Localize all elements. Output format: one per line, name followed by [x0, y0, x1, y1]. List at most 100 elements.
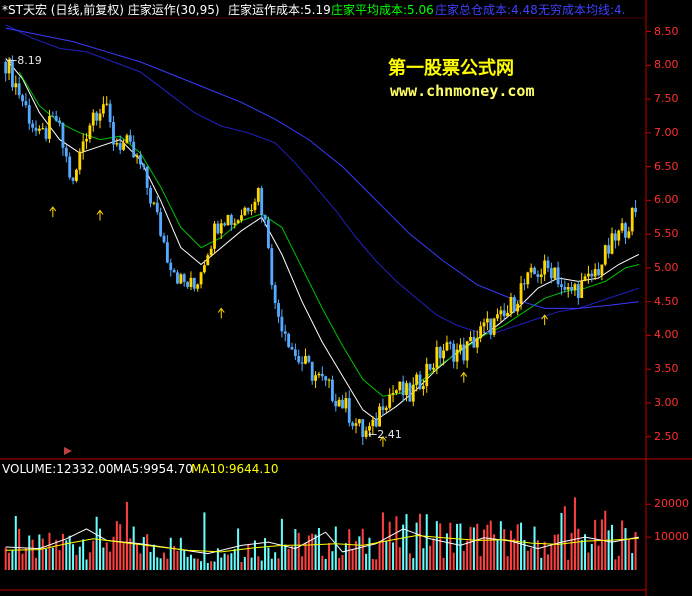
candle	[634, 200, 637, 217]
candle-body	[576, 284, 580, 299]
candle	[553, 267, 557, 280]
candle-body	[135, 155, 139, 158]
candle-body	[519, 283, 523, 304]
candle	[105, 96, 109, 107]
stock-name: *ST天宏	[2, 3, 47, 17]
candle	[593, 263, 597, 281]
candle-body	[556, 267, 560, 285]
candle	[590, 269, 594, 283]
candle-body	[411, 384, 415, 402]
chart-canvas[interactable]	[0, 0, 692, 596]
candle-body	[378, 406, 381, 427]
candle	[61, 121, 65, 156]
candle-body	[523, 283, 526, 285]
candle	[512, 295, 516, 313]
price-tick-label: 4.50	[654, 294, 679, 308]
candle	[310, 361, 314, 385]
candle-body	[475, 337, 479, 348]
candle	[533, 266, 536, 275]
candle-body	[580, 280, 584, 299]
candle	[334, 393, 338, 412]
candle-body	[95, 112, 99, 121]
candle	[283, 324, 287, 342]
candle	[81, 133, 85, 160]
candle-body	[41, 128, 45, 130]
stock-chart-window: *ST天宏 (日线,前复权) 庄家运作(30,95) 庄家运作成本:5.19 庄…	[0, 0, 692, 596]
candle	[54, 110, 58, 122]
candle	[246, 207, 250, 215]
candle	[496, 308, 499, 322]
candle	[576, 281, 580, 305]
candle-body	[448, 342, 452, 344]
candle	[41, 122, 45, 130]
candle	[391, 385, 395, 403]
candle	[314, 371, 317, 389]
candle	[320, 366, 324, 381]
up-arrow-icon	[217, 307, 225, 319]
candle-body	[587, 273, 590, 277]
high-price-annotation: ←8.19	[8, 54, 42, 67]
candle-body	[209, 248, 213, 256]
candle	[587, 265, 590, 284]
candle-body	[452, 343, 456, 362]
stock-title: *ST天宏 (日线,前复权) 庄家运作(30,95)	[2, 3, 220, 17]
candle	[607, 237, 611, 259]
candle-body	[283, 331, 287, 334]
candle	[64, 145, 68, 163]
candle-body	[108, 103, 112, 123]
candle-body	[179, 274, 183, 284]
candle	[21, 93, 24, 107]
chip-cost-label: 庄家总仓成本:4.48	[435, 3, 538, 17]
candle	[267, 216, 270, 250]
candle-body	[617, 230, 621, 241]
candle	[293, 343, 297, 361]
candle-body	[361, 419, 365, 437]
candle-body	[132, 141, 136, 158]
candle	[108, 99, 112, 128]
high-price-label: 8.19	[17, 54, 42, 67]
candle	[27, 98, 31, 130]
candle	[213, 220, 216, 254]
candle-body	[324, 376, 328, 381]
candle	[270, 244, 274, 290]
candle	[556, 261, 560, 288]
candle	[613, 229, 617, 249]
candle	[95, 111, 99, 126]
candle-body	[300, 362, 304, 364]
ma-line-1	[5, 58, 640, 421]
candle-body	[354, 423, 358, 426]
candle	[290, 342, 294, 350]
candle-body	[223, 223, 227, 226]
candle-body	[549, 268, 553, 279]
candle-body	[314, 375, 317, 381]
candle	[44, 125, 48, 142]
candle-body	[597, 269, 600, 276]
candle	[152, 201, 156, 206]
candle	[563, 280, 567, 293]
candle	[192, 277, 196, 292]
infinite-cost-label: 无穷成本均线:4.	[538, 3, 626, 17]
candle-body	[401, 381, 405, 396]
candle-body	[81, 141, 85, 152]
candle-body	[142, 164, 146, 167]
candle	[465, 340, 469, 368]
candle-body	[44, 128, 48, 139]
candle	[132, 135, 136, 159]
candle	[196, 283, 200, 292]
avg-cost-label: 庄家平均成本:5.06	[331, 3, 434, 17]
candle-body	[539, 274, 543, 277]
price-tick-label: 8.50	[654, 24, 679, 38]
candle-body	[485, 318, 489, 323]
candle-body	[159, 212, 163, 236]
candle	[452, 340, 456, 369]
candle	[162, 232, 166, 244]
candle	[597, 262, 600, 277]
candle-body	[270, 248, 274, 286]
volume-tick-label: 20000	[654, 497, 689, 511]
candle	[112, 115, 115, 151]
candle	[583, 273, 587, 282]
price-tick-label: 4.00	[654, 328, 679, 342]
candle	[539, 268, 543, 284]
candle	[209, 245, 213, 257]
candle-body	[61, 123, 65, 148]
